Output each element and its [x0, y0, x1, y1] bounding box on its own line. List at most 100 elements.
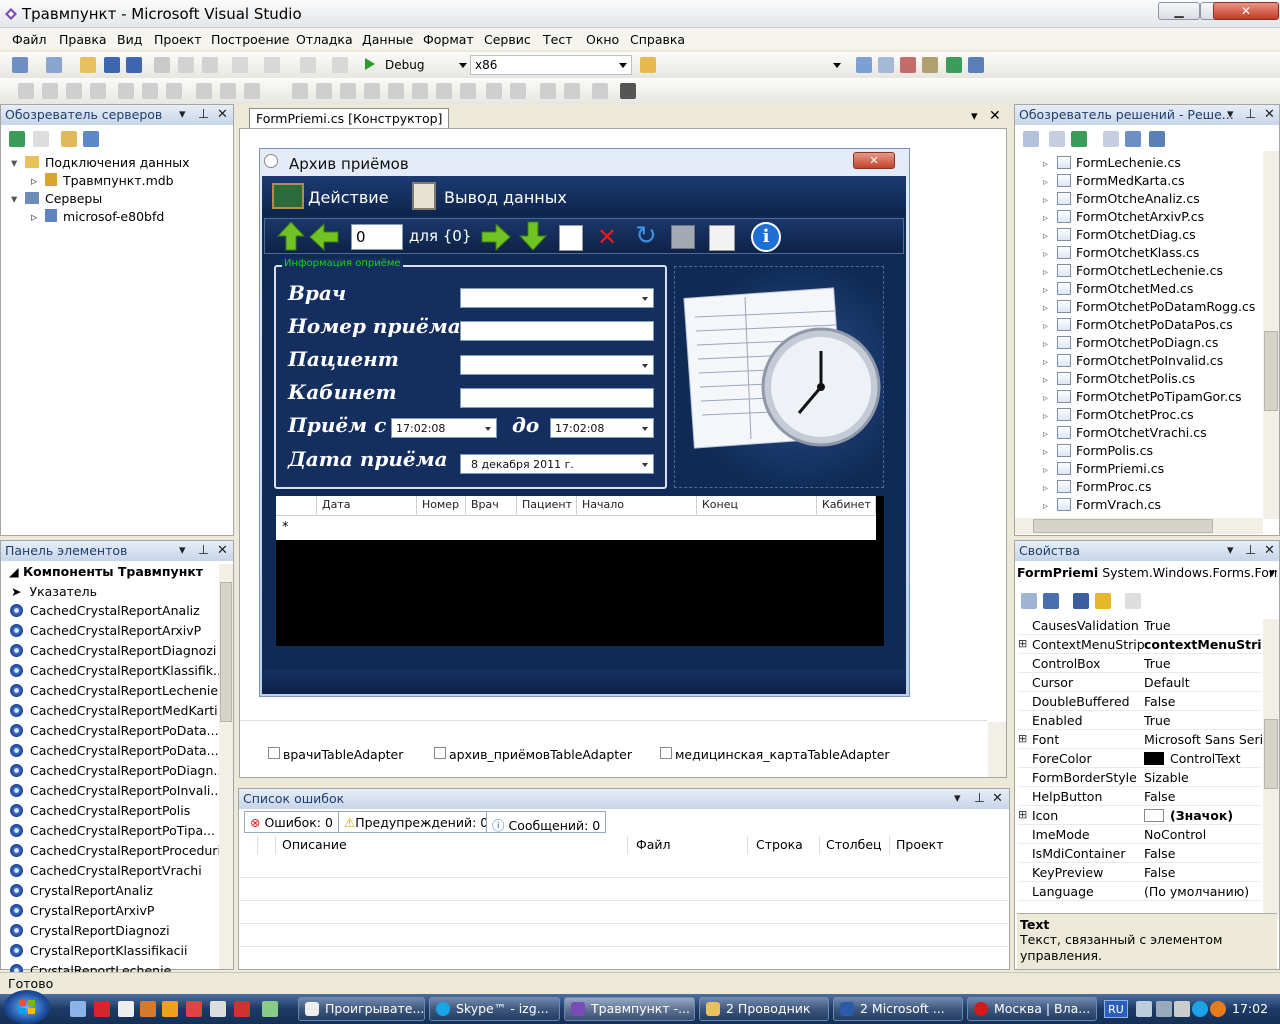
align-tops-icon[interactable] [118, 83, 134, 99]
decrease-vspacing-icon[interactable] [436, 83, 452, 99]
menu-window[interactable]: Окно [586, 32, 619, 47]
property-row[interactable]: ⊞ Font Microsoft Sans Serif [1018, 730, 1262, 749]
redo-icon[interactable] [264, 57, 280, 73]
tab-formpriemi-designer[interactable]: FormPriemi.cs [Конструктор] [249, 108, 450, 128]
lock-controls-icon[interactable] [592, 83, 608, 99]
menu-edit[interactable]: Правка [59, 32, 107, 47]
column-end[interactable]: Конец [697, 496, 817, 514]
save-icon[interactable] [671, 225, 695, 249]
task-media-player[interactable]: Проигрывате... [298, 997, 425, 1021]
warnings-filter[interactable]: ⚠Предупреждений: 0 [338, 811, 495, 833]
appointments-grid[interactable]: Дата Номер Врач Пациент Начало Конец Каб… [276, 496, 884, 646]
toolbox-item[interactable]: CrystalReportAnaliz [10, 883, 153, 898]
grid-new-row[interactable]: * [276, 515, 876, 539]
bring-to-front-icon[interactable] [540, 83, 556, 99]
solution-file-item[interactable]: ▹ FormLechenie.cs [1043, 155, 1181, 170]
solution-vscrollbar[interactable] [1263, 151, 1279, 519]
navigate-back-icon[interactable] [300, 57, 316, 73]
toolbox-item[interactable]: CachedCrystalReportLechenie [10, 683, 218, 698]
tray-network-icon[interactable] [1156, 1001, 1172, 1017]
column-project[interactable]: Проект [890, 836, 1008, 854]
solution-file-item[interactable]: ▹ FormOtchetDiag.cs [1043, 227, 1196, 242]
view-code-icon[interactable] [1103, 131, 1119, 147]
refresh-icon[interactable] [9, 131, 25, 147]
align-middles-icon[interactable] [142, 83, 158, 99]
solution-file-item[interactable]: ▹ FormOtchetLechenie.cs [1043, 263, 1223, 278]
solution-file-item[interactable]: ▹ FormOtchetProc.cs [1043, 407, 1194, 422]
solution-file-item[interactable]: ▹ FormOtchetKlass.cs [1043, 245, 1199, 260]
property-value[interactable]: ControlText [1144, 751, 1262, 766]
toolbox-section[interactable]: ◢ Компоненты Травмпункт [9, 564, 203, 579]
toolbox-item[interactable]: CachedCrystalReportPoDiagn... [10, 763, 225, 778]
increase-spacing-icon[interactable] [316, 83, 332, 99]
property-row[interactable]: HelpButton False [1018, 787, 1261, 806]
solution-file-item[interactable]: ▹ FormOtchetMed.cs [1043, 281, 1193, 296]
menu-tools[interactable]: Сервис [484, 32, 531, 47]
menu-test[interactable]: Тест [543, 32, 572, 47]
properties-view-icon[interactable] [1073, 593, 1089, 609]
find-in-files-icon[interactable] [640, 57, 656, 73]
time-from-picker[interactable]: 17:02:08 [391, 418, 497, 438]
pin-icon[interactable]: ⊥ [198, 543, 209, 558]
toolbox-item[interactable]: CachedCrystalReportPoInvali... [10, 783, 222, 798]
column-line[interactable]: Строка [750, 836, 820, 854]
property-row[interactable]: Enabled True [1018, 711, 1261, 730]
property-row[interactable]: ⊞ ContextMenuStrip contextMenuStrip [1018, 635, 1262, 654]
edit-icon[interactable] [709, 225, 735, 251]
solution-hscrollbar[interactable] [1015, 518, 1263, 534]
connect-database-icon[interactable] [61, 131, 77, 147]
tray-volume-icon[interactable] [1174, 1001, 1190, 1017]
view-designer-icon[interactable] [1125, 131, 1141, 147]
column-file[interactable]: Файл [630, 836, 748, 854]
pin-icon[interactable]: ⊥ [1245, 107, 1256, 122]
property-row[interactable]: ⊞ Icon (Значок) [1018, 806, 1261, 825]
close-icon[interactable]: ✕ [992, 791, 1003, 806]
center-horizontally-icon[interactable] [486, 83, 502, 99]
start-page-icon[interactable] [946, 57, 962, 73]
info-icon[interactable]: i [751, 222, 781, 252]
scroll-thumb[interactable] [1264, 719, 1278, 789]
property-row[interactable]: ForeColor ControlText [1018, 749, 1261, 768]
patient-combobox[interactable] [460, 355, 654, 375]
property-value[interactable]: Microsoft Sans Serif [1144, 732, 1262, 747]
add-item-icon[interactable] [46, 57, 62, 73]
toolbox-item[interactable]: CachedCrystalReportMedKarti [10, 703, 218, 718]
class-diagram-icon[interactable] [1149, 131, 1165, 147]
increase-vspacing-icon[interactable] [412, 83, 428, 99]
solution-file-item[interactable]: ▹ FormPriemi.cs [1043, 461, 1164, 476]
errors-filter[interactable]: ⊗ Ошибок: 0 [244, 811, 339, 833]
make-same-height-icon[interactable] [220, 83, 236, 99]
menu-view[interactable]: Вид [117, 32, 142, 47]
tree-item-computer[interactable]: ▹ microsof-e80bfd [31, 209, 164, 224]
cabinet-textbox[interactable] [460, 388, 654, 408]
column-start[interactable]: Начало [577, 496, 697, 514]
align-rights-icon[interactable] [90, 83, 106, 99]
messages-filter[interactable]: ⓘ Сообщений: 0 [486, 811, 607, 833]
time-to-picker[interactable]: 17:02:08 [550, 418, 654, 438]
menu-help[interactable]: Справка [630, 32, 685, 47]
property-value[interactable]: contextMenuStrip [1144, 637, 1262, 652]
quicklaunch-app-icon[interactable] [186, 1001, 202, 1017]
property-row[interactable]: IsMdiContainer False [1018, 844, 1261, 863]
tray-scrollbar[interactable] [988, 722, 1006, 777]
property-value[interactable]: (Значок) [1144, 808, 1262, 823]
property-pages-icon[interactable] [1125, 593, 1141, 609]
scroll-thumb[interactable] [1033, 519, 1213, 533]
solution-file-item[interactable]: ▹ FormOtchetVrachi.cs [1043, 425, 1207, 440]
property-row[interactable]: CausesValidation True [1018, 616, 1261, 635]
property-row[interactable]: DoubleBuffered False [1018, 692, 1261, 711]
tab-order-icon[interactable] [620, 83, 636, 99]
open-file-icon[interactable] [80, 57, 96, 73]
pin-icon[interactable]: ⊥ [198, 107, 209, 122]
column-patient[interactable]: Пациент [517, 496, 577, 514]
menu-debug[interactable]: Отладка [296, 32, 353, 47]
show-all-files-icon[interactable] [1049, 131, 1065, 147]
menu-format[interactable]: Формат [423, 32, 474, 47]
refresh-icon[interactable]: ↻ [635, 221, 657, 251]
menu-data[interactable]: Данные [362, 32, 413, 47]
menu-build[interactable]: Построение [211, 32, 289, 47]
send-to-back-icon[interactable] [564, 83, 580, 99]
toolbox-icon[interactable] [922, 57, 938, 73]
command-window-icon[interactable] [968, 57, 984, 73]
save-icon[interactable] [104, 57, 120, 73]
